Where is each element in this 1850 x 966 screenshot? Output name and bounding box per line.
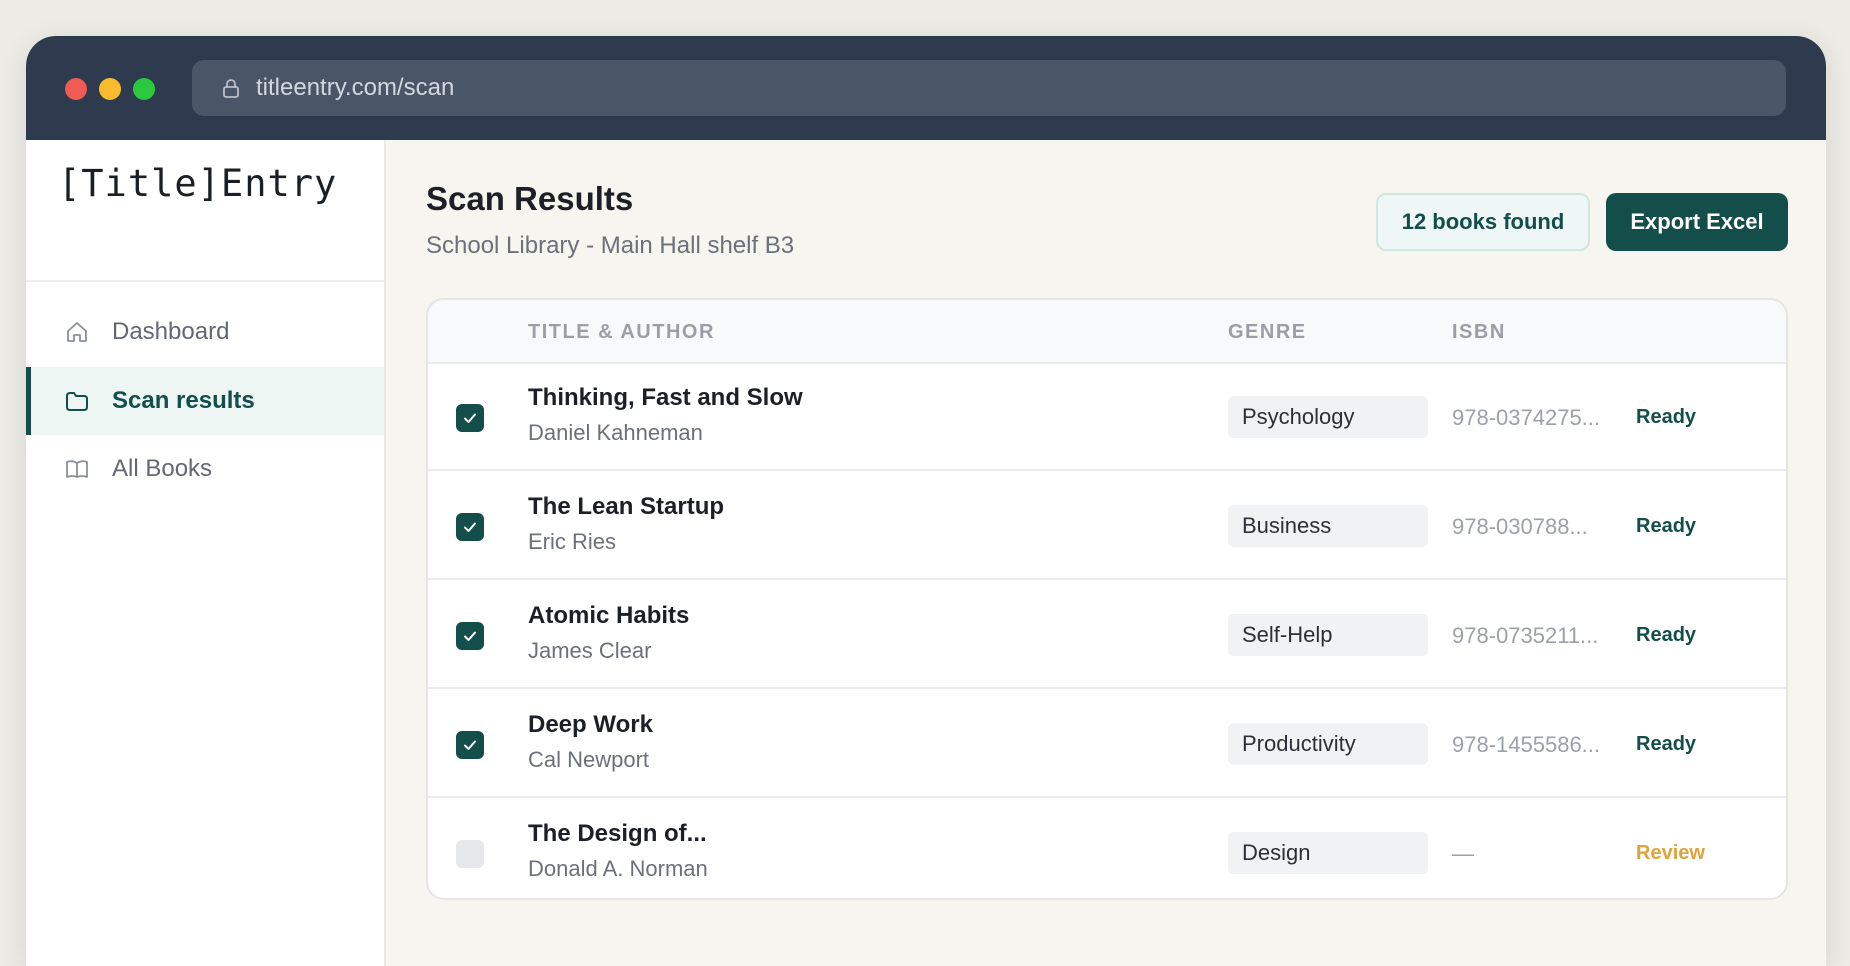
- page-subtitle: School Library - Main Hall shelf B3: [426, 232, 795, 259]
- maximize-window-button[interactable]: [133, 78, 155, 100]
- row-checkbox[interactable]: [456, 513, 484, 541]
- book-title: The Design of...: [528, 820, 707, 847]
- sidebar-item-label: All Books: [112, 455, 213, 482]
- browser-titlebar: titleentry.com/scan: [26, 36, 1826, 140]
- folder-icon: [64, 388, 90, 414]
- isbn-value: 978-030788...: [1452, 514, 1588, 539]
- sidebar-item-dashboard[interactable]: Dashboard: [26, 298, 384, 366]
- genre-field[interactable]: Self-Help: [1228, 614, 1428, 656]
- book-title: Thinking, Fast and Slow: [528, 384, 803, 411]
- table-row[interactable]: Atomic Habits James Clear Self-Help 978-…: [428, 582, 1786, 689]
- sidebar-item-label: Scan results: [112, 387, 255, 414]
- lock-icon: [220, 77, 242, 99]
- book-open-icon: [64, 456, 90, 482]
- export-excel-button[interactable]: Export Excel: [1606, 193, 1788, 251]
- column-header-isbn[interactable]: ISBN: [1452, 300, 1506, 364]
- table-row[interactable]: Thinking, Fast and Slow Daniel Kahneman …: [428, 364, 1786, 471]
- isbn-value: —: [1452, 841, 1474, 866]
- genre-field[interactable]: Psychology: [1228, 396, 1428, 438]
- sidebar-item-all-books[interactable]: All Books: [26, 435, 384, 503]
- isbn-value: 978-0735211...: [1452, 623, 1599, 648]
- app-logo[interactable]: [Title]Entry: [58, 162, 337, 205]
- check-icon: [464, 413, 476, 423]
- book-title: Deep Work: [528, 711, 653, 738]
- book-title: The Lean Startup: [528, 493, 725, 520]
- status-label: Ready: [1636, 624, 1697, 646]
- book-author: Donald A. Norman: [528, 856, 708, 881]
- minimize-window-button[interactable]: [99, 78, 121, 100]
- isbn-value: 978-1455586...: [1452, 732, 1601, 757]
- sidebar-item-label: Dashboard: [112, 318, 230, 345]
- book-author: Daniel Kahneman: [528, 420, 703, 445]
- row-checkbox[interactable]: [456, 622, 484, 650]
- row-checkbox[interactable]: [456, 404, 484, 432]
- sidebar-divider: [26, 280, 384, 282]
- status-label: Ready: [1636, 515, 1697, 537]
- book-author: James Clear: [528, 638, 652, 663]
- row-checkbox[interactable]: [456, 731, 484, 759]
- home-icon: [64, 319, 90, 345]
- sidebar: [Title]Entry Dashboard Scan results All …: [26, 140, 386, 966]
- table-row[interactable]: The Lean Startup Eric Ries Business 978-…: [428, 473, 1786, 580]
- table-row[interactable]: Deep Work Cal Newport Productivity 978-1…: [428, 691, 1786, 798]
- page-title: Scan Results: [426, 180, 634, 217]
- check-icon: [464, 740, 476, 750]
- check-icon: [464, 631, 476, 641]
- genre-field[interactable]: Productivity: [1228, 723, 1428, 765]
- column-header-title-author[interactable]: TITLE & AUTHOR: [528, 300, 715, 364]
- book-author: Eric Ries: [528, 529, 617, 554]
- books-found-badge: 12 books found: [1376, 193, 1590, 251]
- check-icon: [464, 522, 476, 532]
- main-content: Scan Results School Library - Main Hall …: [386, 140, 1826, 966]
- browser-window: titleentry.com/scan [Title]Entry Dashboa…: [26, 36, 1826, 966]
- status-label: Review: [1636, 842, 1705, 864]
- status-label: Ready: [1636, 406, 1697, 428]
- status-label: Ready: [1636, 733, 1697, 755]
- table-header: TITLE & AUTHOR GENRE ISBN: [428, 300, 1786, 364]
- genre-field[interactable]: Design: [1228, 832, 1428, 874]
- book-title: Atomic Habits: [528, 602, 690, 629]
- genre-field[interactable]: Business: [1228, 505, 1428, 547]
- close-window-button[interactable]: [65, 78, 87, 100]
- sidebar-item-scan-results[interactable]: Scan results: [26, 367, 384, 435]
- row-checkbox[interactable]: [456, 840, 484, 868]
- url-text: titleentry.com/scan: [256, 74, 455, 101]
- address-bar[interactable]: titleentry.com/scan: [192, 60, 1786, 116]
- column-header-genre[interactable]: GENRE: [1228, 300, 1307, 364]
- isbn-value: 978-0374275...: [1452, 405, 1601, 430]
- scan-results-table: TITLE & AUTHOR GENRE ISBN Thinking, Fast…: [426, 298, 1788, 900]
- table-row[interactable]: The Design of... Donald A. Norman Design…: [428, 800, 1786, 898]
- book-author: Cal Newport: [528, 747, 650, 772]
